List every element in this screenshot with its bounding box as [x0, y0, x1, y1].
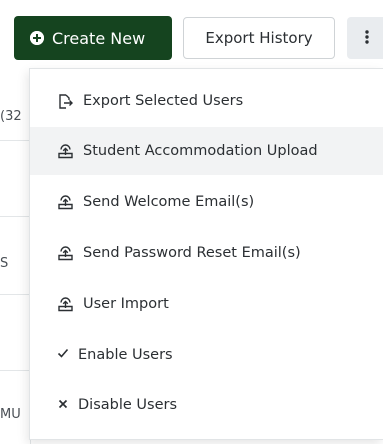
check-icon	[57, 347, 69, 363]
menu-item-enable-users[interactable]: Enable Users	[30, 331, 383, 379]
menu-item-export-selected-users[interactable]: Export Selected Users	[30, 77, 383, 125]
table-divider	[0, 370, 30, 371]
menu-item-label: Enable Users	[78, 347, 173, 363]
table-divider	[0, 294, 30, 295]
create-new-button[interactable]: Create New	[14, 16, 172, 60]
toolbar: Create New Export History	[0, 0, 383, 68]
upload-icon	[57, 194, 74, 211]
menu-item-label: User Import	[83, 296, 169, 312]
more-options-menu: Export Selected Users Student Accommodat…	[29, 68, 383, 440]
upload-icon	[57, 296, 74, 313]
upload-icon	[57, 143, 74, 160]
menu-item-send-password-reset-emails[interactable]: Send Password Reset Email(s)	[30, 229, 383, 277]
menu-item-label: Send Password Reset Email(s)	[83, 245, 301, 261]
menu-item-label: Disable Users	[78, 397, 178, 413]
kebab-icon	[365, 29, 369, 48]
background-table: 32) S MU	[0, 68, 31, 444]
more-options-button[interactable]	[347, 17, 383, 59]
table-cell: MU	[0, 407, 21, 422]
export-history-button[interactable]: Export History	[183, 17, 335, 59]
menu-item-label: Student Accommodation Upload	[83, 143, 318, 159]
plus-circle-icon	[30, 31, 44, 45]
table-cell: 32)	[0, 109, 22, 124]
menu-item-disable-users[interactable]: Disable Users	[30, 381, 383, 429]
export-icon	[57, 93, 74, 110]
table-cell: S	[0, 256, 9, 271]
x-icon	[57, 397, 69, 413]
menu-item-label: Send Welcome Email(s)	[83, 194, 255, 210]
create-new-label: Create New	[52, 28, 146, 48]
menu-item-label: Export Selected Users	[83, 93, 244, 109]
export-history-label: Export History	[205, 29, 313, 47]
menu-item-user-import[interactable]: User Import	[30, 280, 383, 328]
menu-item-send-welcome-emails[interactable]: Send Welcome Email(s)	[30, 178, 383, 226]
upload-icon	[57, 245, 74, 262]
menu-item-student-accommodation-upload[interactable]: Student Accommodation Upload	[30, 127, 383, 175]
table-divider	[0, 216, 30, 217]
table-divider	[0, 140, 30, 141]
